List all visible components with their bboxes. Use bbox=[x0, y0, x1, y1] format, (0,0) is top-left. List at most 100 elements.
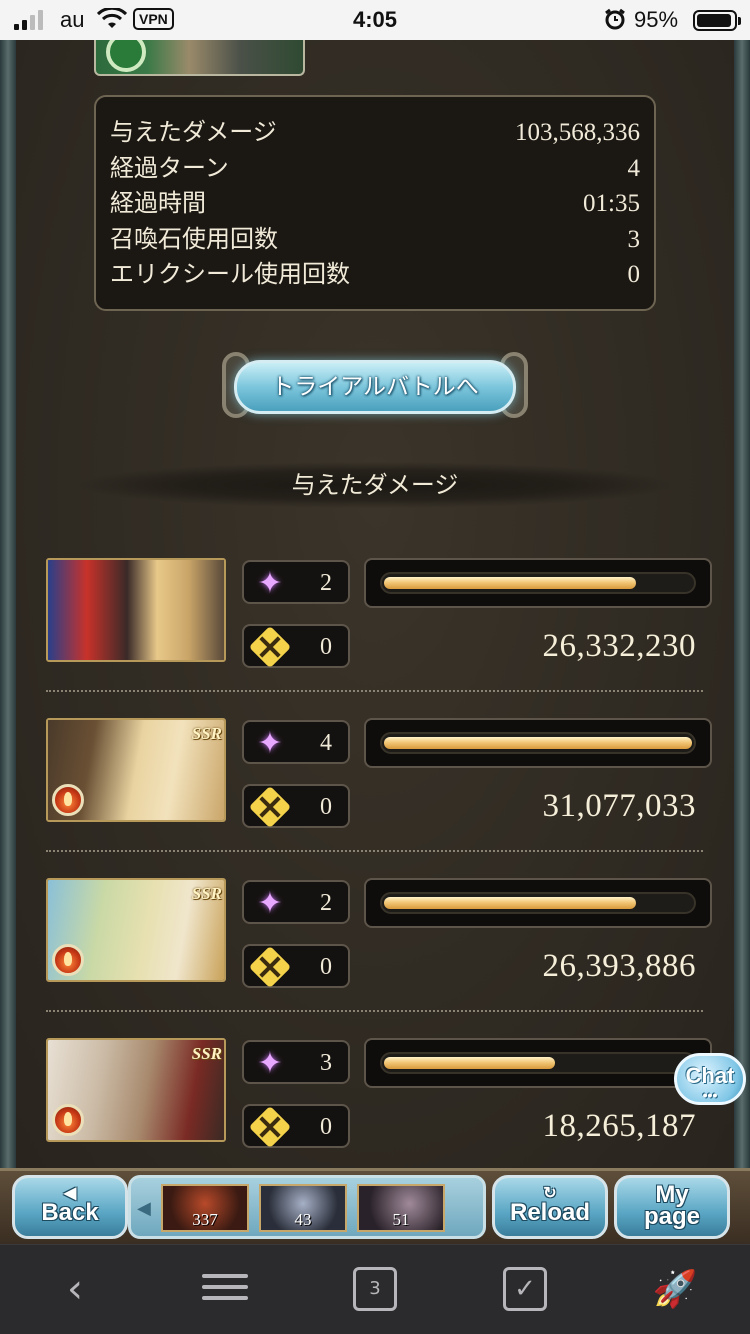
trial-battle-button[interactable]: トライアルバトルへ bbox=[222, 348, 528, 424]
chat-dots: ••• bbox=[702, 1087, 718, 1103]
crossed-swords-icon bbox=[248, 625, 292, 669]
quest-count: 43 bbox=[294, 1210, 312, 1229]
rarity-badge: SSR bbox=[191, 724, 222, 743]
charge-attack-value: 3 bbox=[320, 1050, 332, 1076]
summary-label: 召喚石使用回数 bbox=[110, 224, 278, 253]
summary-row: 経過ターン 4 bbox=[110, 151, 640, 187]
rarity-badge: SSR bbox=[191, 884, 222, 903]
damage-value: 26,332,230 bbox=[542, 628, 696, 664]
ougi-count: 0 bbox=[242, 944, 350, 989]
game-nav-bar: ◀ Back ◀ 337 43 51 ↻ Reload My page bbox=[0, 1168, 750, 1244]
charge-attack-icon: ✦ bbox=[257, 725, 283, 761]
summary-value: 3 bbox=[627, 225, 641, 253]
game-view: 与えたダメージ 103,568,336 経過ターン 4 経過時間 01:35 召… bbox=[0, 40, 750, 1168]
frame-right bbox=[734, 40, 750, 1168]
chat-label: Chat bbox=[685, 1063, 735, 1088]
battle-summary: 与えたダメージ 103,568,336 経過ターン 4 経過時間 01:35 召… bbox=[94, 95, 656, 311]
summary-value: 01:35 bbox=[583, 190, 640, 217]
reload-button[interactable]: ↻ Reload bbox=[492, 1175, 608, 1239]
reload-label: Reload bbox=[509, 1199, 590, 1226]
charge-attack-count: ✦ 2 bbox=[242, 560, 350, 604]
character-portrait[interactable]: SSR bbox=[46, 878, 226, 982]
damage-bar bbox=[364, 718, 712, 768]
frame-left bbox=[0, 40, 16, 1168]
summary-label: 経過ターン bbox=[110, 153, 229, 182]
damage-bar bbox=[364, 558, 712, 608]
quest-count: 51 bbox=[392, 1210, 410, 1229]
back-label: Back bbox=[41, 1199, 99, 1226]
summary-value: 0 bbox=[627, 261, 641, 288]
tabs-icon[interactable]: 3 bbox=[350, 1267, 400, 1313]
character-row: SSR ✦ 3 0 18,265,187 bbox=[46, 1038, 714, 1168]
damage-bar-fill bbox=[384, 897, 636, 909]
summary-label: エリクシール使用回数 bbox=[110, 260, 350, 288]
battery-percent: 95% bbox=[634, 7, 679, 32]
mypage-label-line2: page bbox=[643, 1203, 700, 1230]
crossed-swords-icon bbox=[248, 945, 292, 989]
character-portrait[interactable] bbox=[46, 558, 226, 662]
summary-row: 経過時間 01:35 bbox=[110, 186, 640, 222]
damage-bar-track bbox=[380, 1052, 696, 1074]
chat-button[interactable]: Chat ••• bbox=[674, 1053, 746, 1105]
damage-bar-track bbox=[380, 892, 696, 914]
charge-attack-icon: ✦ bbox=[257, 1045, 283, 1081]
character-row: SSR ✦ 4 0 31,077,033 bbox=[46, 718, 714, 878]
row-divider bbox=[46, 1010, 703, 1012]
character-row: SSR ✦ 2 0 26,393,886 bbox=[46, 878, 714, 1038]
damage-bar-track bbox=[380, 572, 696, 594]
ougi-count: 0 bbox=[242, 624, 350, 669]
charge-attack-count: ✦ 2 bbox=[242, 880, 350, 924]
ougi-value: 0 bbox=[320, 954, 332, 980]
battery-icon bbox=[693, 10, 741, 31]
character-art bbox=[48, 560, 224, 660]
summary-row: 召喚石使用回数 3 bbox=[110, 222, 640, 258]
fire-element-icon bbox=[52, 784, 84, 816]
charge-attack-count: ✦ 3 bbox=[242, 1040, 350, 1084]
mypage-button[interactable]: My page bbox=[614, 1175, 730, 1239]
crossed-swords-icon bbox=[248, 785, 292, 829]
trial-battle-label: トライアルバトルへ bbox=[271, 374, 479, 400]
quest-thumbnail[interactable]: 337 bbox=[161, 1184, 249, 1232]
quest-thumbnail[interactable]: 51 bbox=[357, 1184, 445, 1232]
scroll-left-icon[interactable]: ◀ bbox=[137, 1198, 151, 1219]
back-button[interactable]: ◀ Back bbox=[12, 1175, 128, 1239]
alarm-icon bbox=[604, 8, 626, 36]
back-icon[interactable]: ‹ bbox=[50, 1267, 100, 1313]
damage-bar bbox=[364, 878, 712, 928]
summary-value: 103,568,336 bbox=[515, 119, 640, 146]
damage-value: 31,077,033 bbox=[542, 788, 696, 824]
charge-attack-icon: ✦ bbox=[257, 885, 283, 921]
charge-attack-value: 2 bbox=[320, 570, 332, 596]
ougi-value: 0 bbox=[320, 794, 332, 820]
bookmark-check-icon[interactable]: ✓ bbox=[500, 1267, 550, 1313]
quest-thumbnail[interactable]: 43 bbox=[259, 1184, 347, 1232]
quest-count: 337 bbox=[192, 1210, 218, 1229]
summary-row: 与えたダメージ 103,568,336 bbox=[110, 115, 640, 151]
damage-bar-track bbox=[380, 732, 696, 754]
damage-value: 26,393,886 bbox=[542, 948, 696, 984]
character-damage-list: ✦ 2 0 26,332,230 SSR ✦ 4 0 31,077,033 SS… bbox=[46, 558, 714, 1168]
row-divider bbox=[46, 850, 703, 852]
summary-row: エリクシール使用回数 0 bbox=[110, 257, 640, 293]
status-bar: au VPN 4:05 95% bbox=[0, 0, 750, 40]
tab-count: 3 bbox=[353, 1267, 397, 1311]
ougi-value: 0 bbox=[320, 1114, 332, 1140]
menu-icon[interactable] bbox=[200, 1267, 250, 1313]
browser-toolbar: ‹ 3 ✓ 🚀 bbox=[0, 1244, 750, 1334]
summary-value: 4 bbox=[627, 154, 641, 182]
ougi-value: 0 bbox=[320, 634, 332, 660]
rocket-icon[interactable]: 🚀 bbox=[650, 1267, 700, 1313]
row-divider bbox=[46, 690, 703, 692]
wind-element-icon bbox=[106, 40, 146, 72]
damage-bar bbox=[364, 1038, 712, 1088]
ougi-count: 0 bbox=[242, 1104, 350, 1149]
damage-bar-fill bbox=[384, 577, 636, 589]
damage-bar-fill bbox=[384, 1057, 555, 1069]
summary-label: 与えたダメージ bbox=[110, 118, 277, 146]
charge-attack-value: 4 bbox=[320, 730, 332, 756]
character-portrait[interactable]: SSR bbox=[46, 1038, 226, 1142]
damage-value: 18,265,187 bbox=[542, 1108, 696, 1144]
rarity-badge: SSR bbox=[191, 1044, 222, 1063]
character-portrait[interactable]: SSR bbox=[46, 718, 226, 822]
fire-element-icon bbox=[52, 944, 84, 976]
